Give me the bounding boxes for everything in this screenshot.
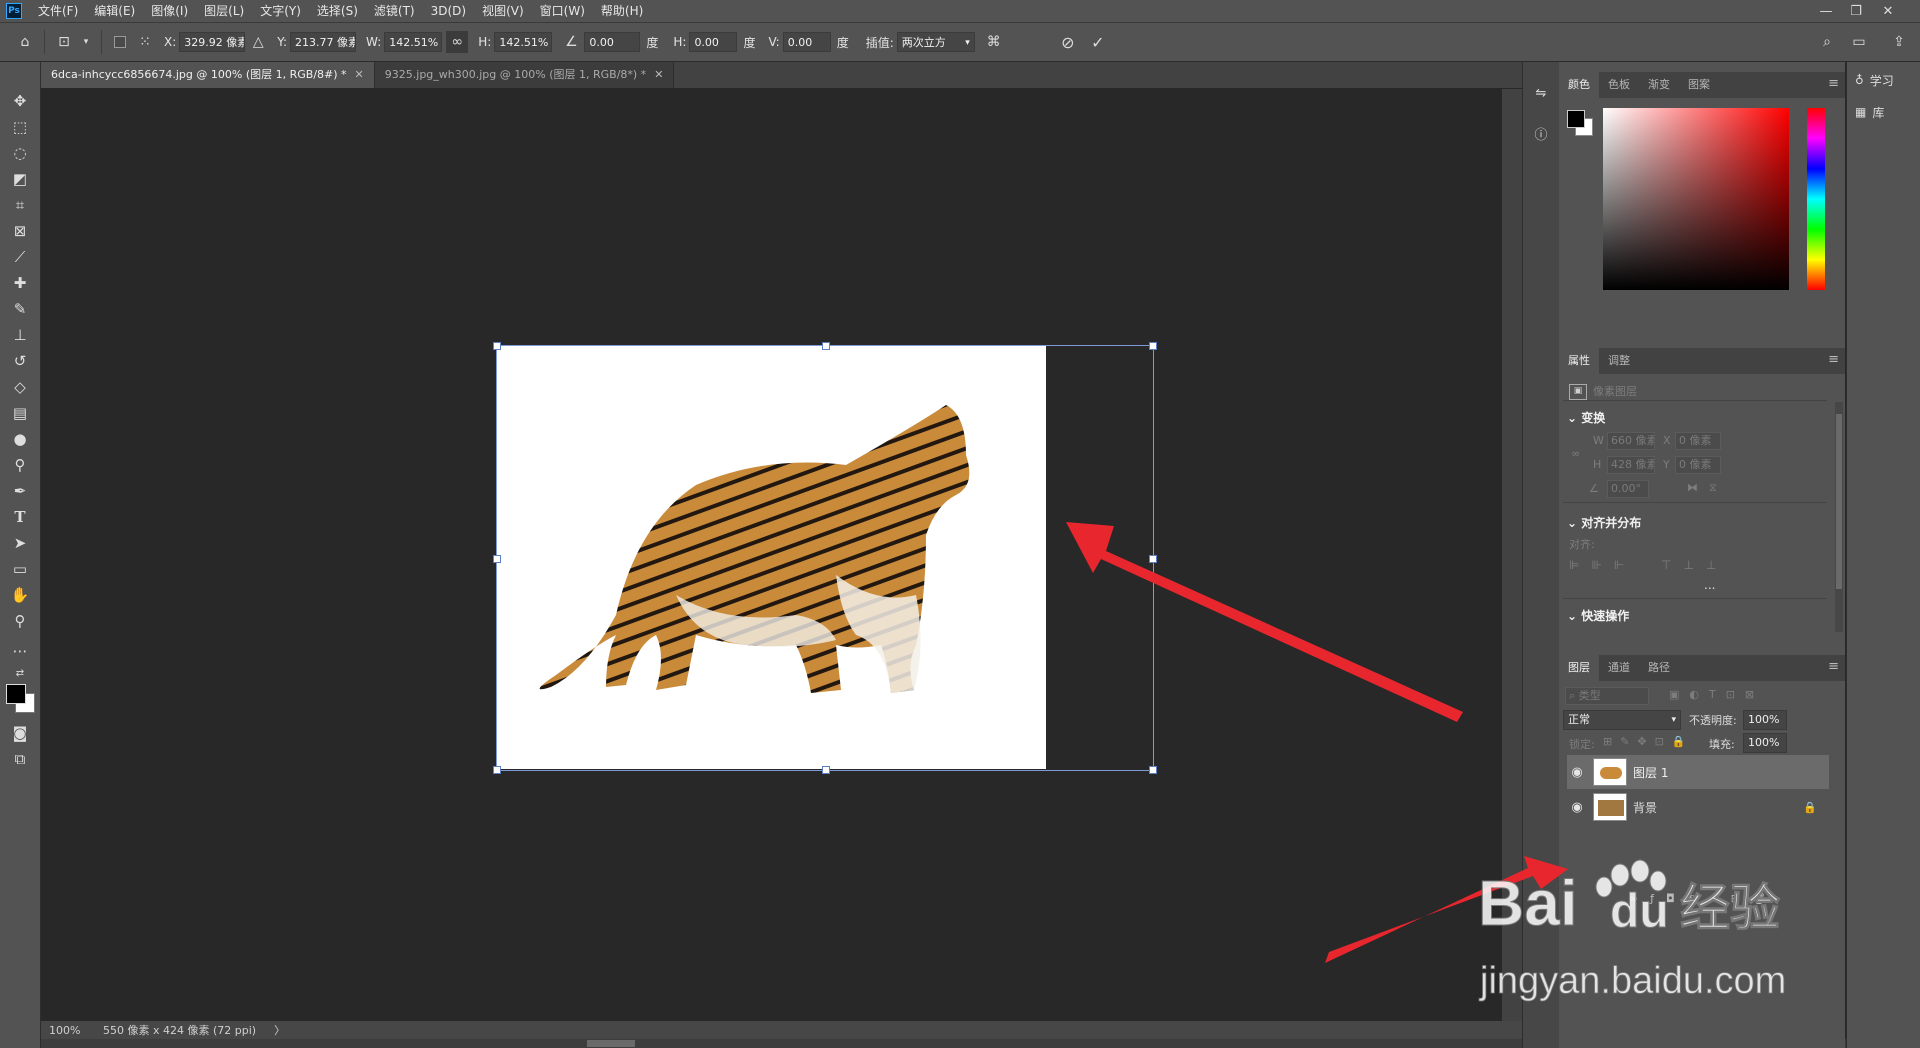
red-arrow-layers [1325, 856, 1568, 963]
red-arrow-canvas [1066, 522, 1463, 722]
annotation-arrows [1066, 522, 1568, 963]
foreground-color-swatch[interactable] [6, 684, 26, 704]
fg-color-swatch[interactable] [1567, 110, 1585, 128]
